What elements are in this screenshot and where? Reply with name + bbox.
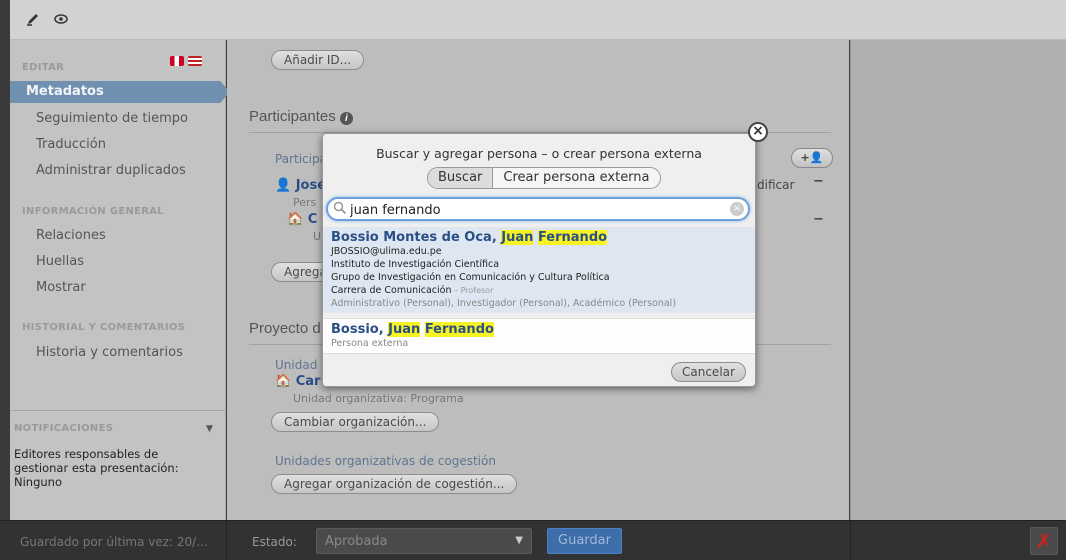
participants-title: Participantes i [249,108,353,125]
search-icon [333,201,347,219]
unit-type: Unidad organizativa: Programa [293,392,464,405]
triangle-down-icon: ▼ [515,535,523,546]
usa-flag-icon[interactable] [188,56,202,66]
window-edge [0,0,10,520]
status-value: Aprobada [325,534,388,549]
search-result[interactable]: Bossio Montes de Oca, Juan Fernando JBOS… [323,227,755,313]
search-input[interactable] [350,201,720,219]
add-id-button[interactable]: Añadir ID... [271,50,365,70]
last-saved-text: Guardado por última vez: 20/... [20,535,208,549]
result-email: JBOSSIO@ulima.edu.pe [331,246,442,257]
save-button[interactable]: Guardar [547,528,622,554]
divider [850,521,851,560]
cogestion-label: Unidades organizativas de cogestión [275,454,496,468]
participants-subheading: Participa [275,152,327,166]
sidebar-item-seguimiento[interactable]: Seguimiento de tiempo [36,111,188,126]
notifications-heading: NOTIFICACIONES [14,423,114,434]
unit-label: Unidad o [275,358,329,372]
tab-create-external[interactable]: Crear persona externa [493,168,659,188]
result-type: Persona externa [331,338,409,349]
remove-org-icon[interactable]: − [813,212,824,227]
close-icon[interactable]: × [748,122,768,142]
sidebar-item-metadatos[interactable]: Metadatos [10,81,230,103]
top-toolbar [10,0,1066,40]
project-title: Proyecto d [249,320,321,337]
result-org-line: Instituto de Investigación Científica [331,259,500,270]
add-person-icon[interactable]: +👤 [791,148,833,168]
mode-toggle: Buscar Crear persona externa [427,167,661,189]
search-field: × [326,197,750,221]
close-icon[interactable]: ✗ [1030,527,1058,555]
org-name[interactable]: 🏠 C [287,212,317,227]
sidebar-item-duplicados[interactable]: Administrar duplicados [36,163,186,178]
org-role: U [313,230,322,243]
pencil-icon[interactable] [26,12,40,30]
sidebar: EDITAR Metadatos Seguimiento de tiempo T… [10,40,230,520]
section-general-heading: INFORMACIÓN GENERAL [22,206,164,217]
peru-flag-icon[interactable] [170,56,184,66]
change-org-button[interactable]: Cambiar organización... [271,412,440,432]
status-select[interactable]: Aprobada ▼ [316,528,532,554]
result-name: Bossio, Juan Fernando [331,322,494,337]
cancel-button[interactable]: Cancelar [671,362,746,382]
section-history-heading: HISTORIAL Y COMENTARIOS [22,322,186,333]
bottom-bar: Guardado por última vez: 20/... Estado: … [0,520,1066,560]
triangle-down-icon[interactable]: ▼ [206,424,213,434]
remove-participant-icon[interactable]: − [813,174,824,189]
sidebar-item-relaciones[interactable]: Relaciones [36,228,106,243]
notifications-text: Editores responsables de gestionar esta … [14,447,179,489]
sidebar-item-historia[interactable]: Historia y comentarios [36,345,183,360]
tab-search[interactable]: Buscar [428,168,494,188]
unit-name[interactable]: 🏠 Car [275,374,320,389]
sidebar-item-mostrar[interactable]: Mostrar [36,280,86,295]
person-search-modal: Buscar y agregar persona – o crear perso… [322,133,756,387]
divider [226,521,227,560]
modify-link[interactable]: dificar [757,178,794,192]
result-dept: Carrera de Comunicación – Profesor [331,285,494,296]
clear-icon[interactable]: × [730,202,744,216]
sidebar-item-traduccion[interactable]: Traducción [36,137,106,152]
sidebar-item-huellas[interactable]: Huellas [36,254,84,269]
right-pane [850,40,1066,520]
result-org-line: Grupo de Investigación en Comunicación y… [331,272,610,283]
search-result[interactable]: Bossio, Juan Fernando Persona externa [323,318,755,354]
participant-role: Pers [293,196,317,209]
result-roles: Administrativo (Personal), Investigador … [331,298,677,309]
add-cogestion-button[interactable]: Agregar organización de cogestión... [271,474,518,494]
status-label: Estado: [252,535,297,549]
modal-title: Buscar y agregar persona – o crear perso… [376,146,702,161]
info-icon[interactable]: i [339,112,353,125]
result-name: Bossio Montes de Oca, Juan Fernando [331,230,608,245]
participant-name[interactable]: 👤 José [275,178,326,193]
notifications-panel: NOTIFICACIONES ▼ Editores responsables d… [10,410,226,489]
section-edit-heading: EDITAR [22,62,65,73]
eye-icon[interactable] [54,12,68,30]
